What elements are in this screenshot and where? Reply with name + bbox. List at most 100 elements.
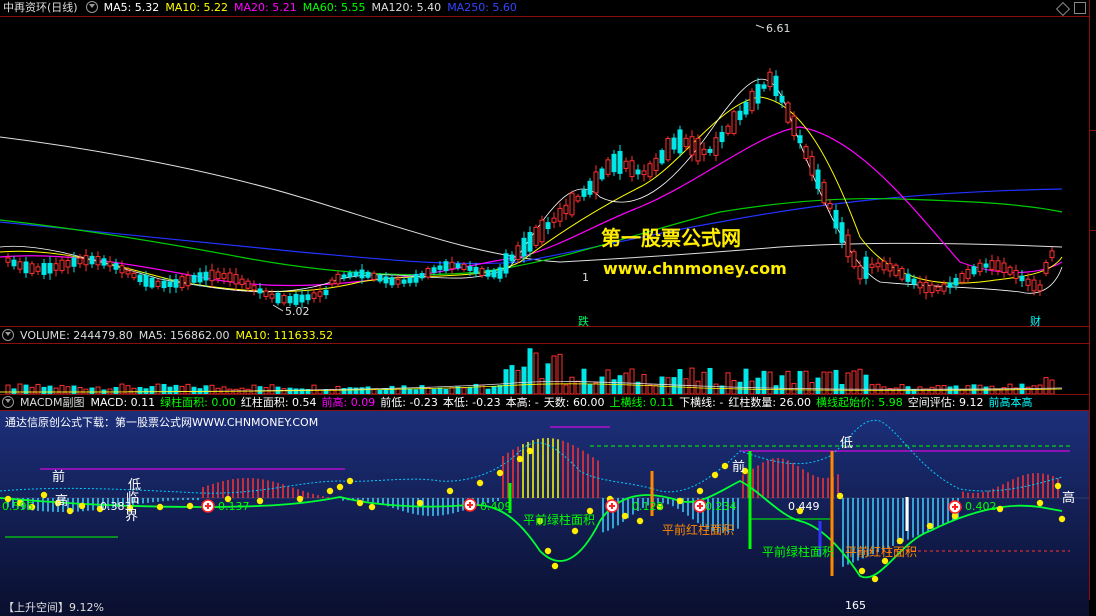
candle-body	[737, 110, 743, 121]
volume-bar	[491, 386, 497, 394]
volume-bar	[761, 370, 767, 394]
macd-signal-dot	[544, 547, 552, 555]
candle-body	[221, 273, 227, 279]
macd-annotation: 0.129	[632, 500, 664, 513]
macd-annotation: 0.449	[788, 500, 820, 513]
volume-bar	[149, 386, 155, 394]
volume-bar	[527, 348, 533, 394]
candle-body	[623, 160, 629, 169]
circle-down-icon[interactable]	[2, 329, 14, 341]
candle-body	[185, 274, 191, 287]
volume-bar	[401, 385, 407, 394]
candle-body	[53, 263, 59, 271]
candle-body	[641, 170, 647, 176]
macd-signal-dot	[296, 495, 304, 503]
axis-tick	[1090, 230, 1096, 231]
candle-body	[971, 266, 977, 275]
volume-bar	[41, 386, 47, 394]
candle-body	[293, 293, 299, 305]
volume-bar	[587, 384, 593, 394]
volume-bar	[65, 386, 71, 394]
macd-signal-dot	[1054, 482, 1062, 490]
volume-bar	[983, 386, 989, 394]
candle-body	[545, 222, 551, 230]
macd-signal-dot	[516, 455, 524, 463]
volume-bar	[677, 369, 683, 394]
circle-down-icon[interactable]	[85, 1, 98, 13]
candle-body	[935, 286, 941, 292]
candle-body	[89, 255, 95, 265]
candle-body	[437, 265, 443, 270]
volume-bar	[203, 385, 209, 394]
stock-title[interactable]: 中再资环(日线)	[3, 1, 78, 14]
candle-body	[671, 137, 677, 150]
candle-body	[401, 279, 407, 284]
candle-body	[659, 150, 665, 164]
volume-bar	[593, 382, 599, 394]
macd-annotation: 0.402	[965, 500, 997, 513]
macd-annotation: 平前红柱面积	[845, 545, 918, 559]
circle-down-icon[interactable]	[2, 396, 14, 408]
macd-annotation: 0.234	[705, 500, 737, 513]
volume-bar	[167, 386, 173, 394]
ma-indicator: MA60: 5.55	[302, 1, 366, 14]
price-chart[interactable]: 6.61 5.02 1	[0, 17, 1089, 326]
volume-bar	[473, 383, 479, 394]
candle-body	[683, 137, 689, 148]
macd-annotation: 前	[52, 470, 66, 485]
candle-body	[239, 278, 245, 285]
candle-body	[179, 276, 185, 289]
macd-annotation: 前	[732, 460, 746, 475]
candle-body	[467, 266, 473, 271]
candle-body	[455, 263, 461, 269]
candle-body	[773, 75, 779, 97]
macd-signal-dot	[326, 487, 334, 495]
window-icon[interactable]	[1074, 2, 1086, 14]
die-marker: 跌	[578, 315, 589, 328]
diamond-icon[interactable]	[1055, 1, 1071, 17]
volume-bar	[689, 367, 695, 394]
volume-bar	[599, 376, 605, 394]
volume-bar	[977, 384, 983, 394]
candle-body	[413, 273, 419, 283]
volume-bar	[131, 387, 137, 394]
macd-signal-dot	[621, 512, 629, 520]
candle-body	[689, 136, 695, 156]
volume-bar	[659, 376, 665, 394]
candle-body	[1001, 262, 1007, 273]
volume-bar	[515, 369, 521, 394]
cross-icon	[605, 499, 619, 513]
macd-stat: 绿柱面积: 0.00	[160, 396, 236, 409]
candle-body	[785, 102, 791, 123]
volume-bar	[35, 383, 41, 394]
volume-bar	[347, 387, 353, 394]
macd-signal-dot	[526, 447, 534, 455]
macd-panel-header: MACDM副图 MACD: 0.11 绿柱面积: 0.00 红柱面积: 0.54 前高:…	[0, 395, 1043, 411]
volume-bar	[551, 355, 557, 394]
macd-annotation: 平前绿柱面积	[762, 545, 835, 559]
candle-body	[509, 254, 515, 262]
macd-annotation: 平前红柱面积	[662, 523, 735, 537]
ma5-line	[0, 78, 1063, 294]
candle-body	[491, 269, 497, 278]
candle-body	[863, 256, 869, 279]
candle-body	[251, 285, 257, 291]
macd-signal-dot	[1058, 515, 1066, 523]
candle-body	[827, 203, 833, 209]
candle-body	[917, 281, 923, 289]
candle-body	[557, 207, 563, 222]
volume-bar	[95, 386, 101, 394]
macd-annotation: 高	[1062, 491, 1076, 506]
ma-indicator: MA10: 5.22	[165, 1, 229, 14]
volume-chart[interactable]	[0, 344, 1089, 394]
volume-bar	[179, 385, 185, 394]
volume-bar	[293, 388, 299, 394]
candle-body	[245, 280, 251, 289]
candle-body	[305, 294, 311, 301]
candle-body	[887, 263, 893, 272]
macd-stat: 红柱面积: 0.54	[240, 396, 317, 409]
candle-body	[215, 271, 221, 280]
volume-bar	[17, 383, 23, 394]
candle-body	[533, 226, 539, 246]
candle-body	[233, 274, 239, 285]
